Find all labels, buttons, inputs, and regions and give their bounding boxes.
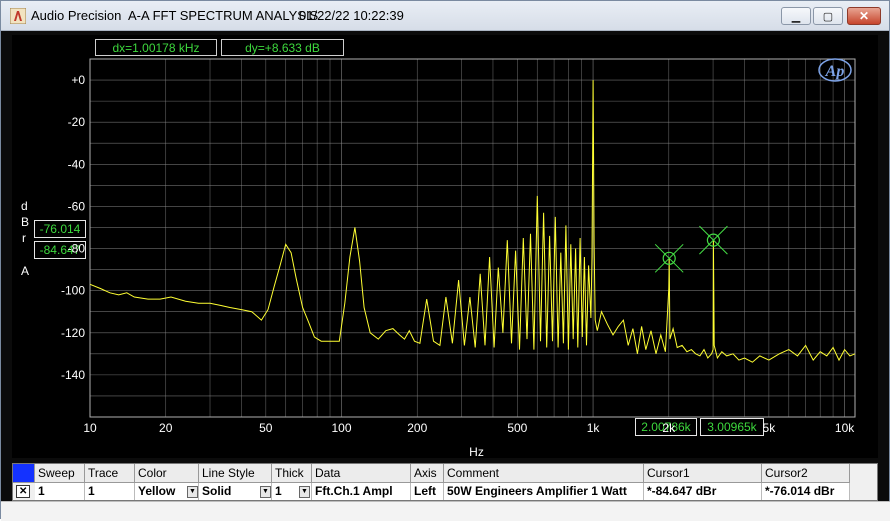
- cell-data[interactable]: Fft.Ch.1 Ampl: [312, 483, 411, 500]
- column-header-data[interactable]: Data: [312, 464, 411, 483]
- window-title-app: Audio Precision: [31, 8, 122, 23]
- title-bar[interactable]: Audio Precision A-A FFT SPECTRUM ANALYSI…: [1, 1, 889, 31]
- dy-readout: dy=+8.633 dB: [221, 39, 344, 56]
- cell-sweep[interactable]: 1: [35, 483, 85, 500]
- dx-readout: dx=1.00178 kHz: [95, 39, 217, 56]
- column-header-line-style[interactable]: Line Style: [199, 464, 272, 483]
- app-window: Audio Precision A-A FFT SPECTRUM ANALYSI…: [0, 0, 890, 521]
- thick-dropdown-button[interactable]: ▼: [299, 486, 310, 498]
- column-header-thick[interactable]: Thick: [272, 464, 312, 483]
- y-unit-letter-d: d: [21, 199, 28, 213]
- cursor2-y-readout[interactable]: -76.014: [34, 220, 86, 238]
- cursor2-x-readout[interactable]: 3.00965k: [700, 418, 764, 436]
- close-button[interactable]: ✕: [847, 7, 881, 25]
- y-unit-letter-b: B: [21, 215, 30, 229]
- column-header-cursor2[interactable]: Cursor2: [762, 464, 850, 483]
- y-unit-letter-r: r: [22, 231, 26, 245]
- maximize-icon: ▢: [822, 10, 834, 23]
- column-header-color[interactable]: Color: [135, 464, 199, 483]
- checkbox-check-icon: ✕: [19, 486, 28, 497]
- cell-axis[interactable]: Left: [411, 483, 444, 500]
- cell-trace[interactable]: 1: [85, 483, 135, 500]
- minimize-button[interactable]: ▁: [781, 7, 811, 25]
- column-header-cursor1[interactable]: Cursor1: [644, 464, 762, 483]
- cell-cursor2[interactable]: *-76.014 dBr: [762, 483, 850, 500]
- audio-precision-app-icon: [10, 8, 26, 24]
- graph-panel[interactable]: [12, 35, 878, 458]
- maximize-button[interactable]: ▢: [813, 7, 843, 25]
- line-style-dropdown-button[interactable]: ▼: [260, 486, 271, 498]
- column-header-trace[interactable]: Trace: [85, 464, 135, 483]
- column-header-sweep[interactable]: Sweep: [35, 464, 85, 483]
- column-header-axis[interactable]: Axis: [411, 464, 444, 483]
- trace-enable-checkbox[interactable]: ✕: [16, 485, 30, 498]
- color-swatch-header[interactable]: [13, 464, 35, 483]
- cell-comment[interactable]: 50W Engineers Amplifier 1 Watt: [444, 483, 644, 500]
- minimize-icon: ▁: [791, 10, 801, 23]
- close-icon: ✕: [858, 9, 870, 23]
- y-unit-letter-a: A: [21, 264, 30, 278]
- window-title: A-A FFT SPECTRUM ANALYSIS: [128, 8, 319, 23]
- trace-table: Sweep Trace Color Line Style Thick Data …: [12, 463, 878, 501]
- cell-cursor1[interactable]: *-84.647 dBr: [644, 483, 762, 500]
- window-timestamp: 01/22/22 10:22:39: [299, 8, 404, 23]
- cursor1-y-readout[interactable]: -84.647: [34, 241, 86, 259]
- horizontal-scrollbar[interactable]: [1, 501, 890, 521]
- color-dropdown-button[interactable]: ▼: [187, 486, 198, 498]
- cursor1-x-readout[interactable]: 2.00786k: [635, 418, 697, 436]
- column-header-comment[interactable]: Comment: [444, 464, 644, 483]
